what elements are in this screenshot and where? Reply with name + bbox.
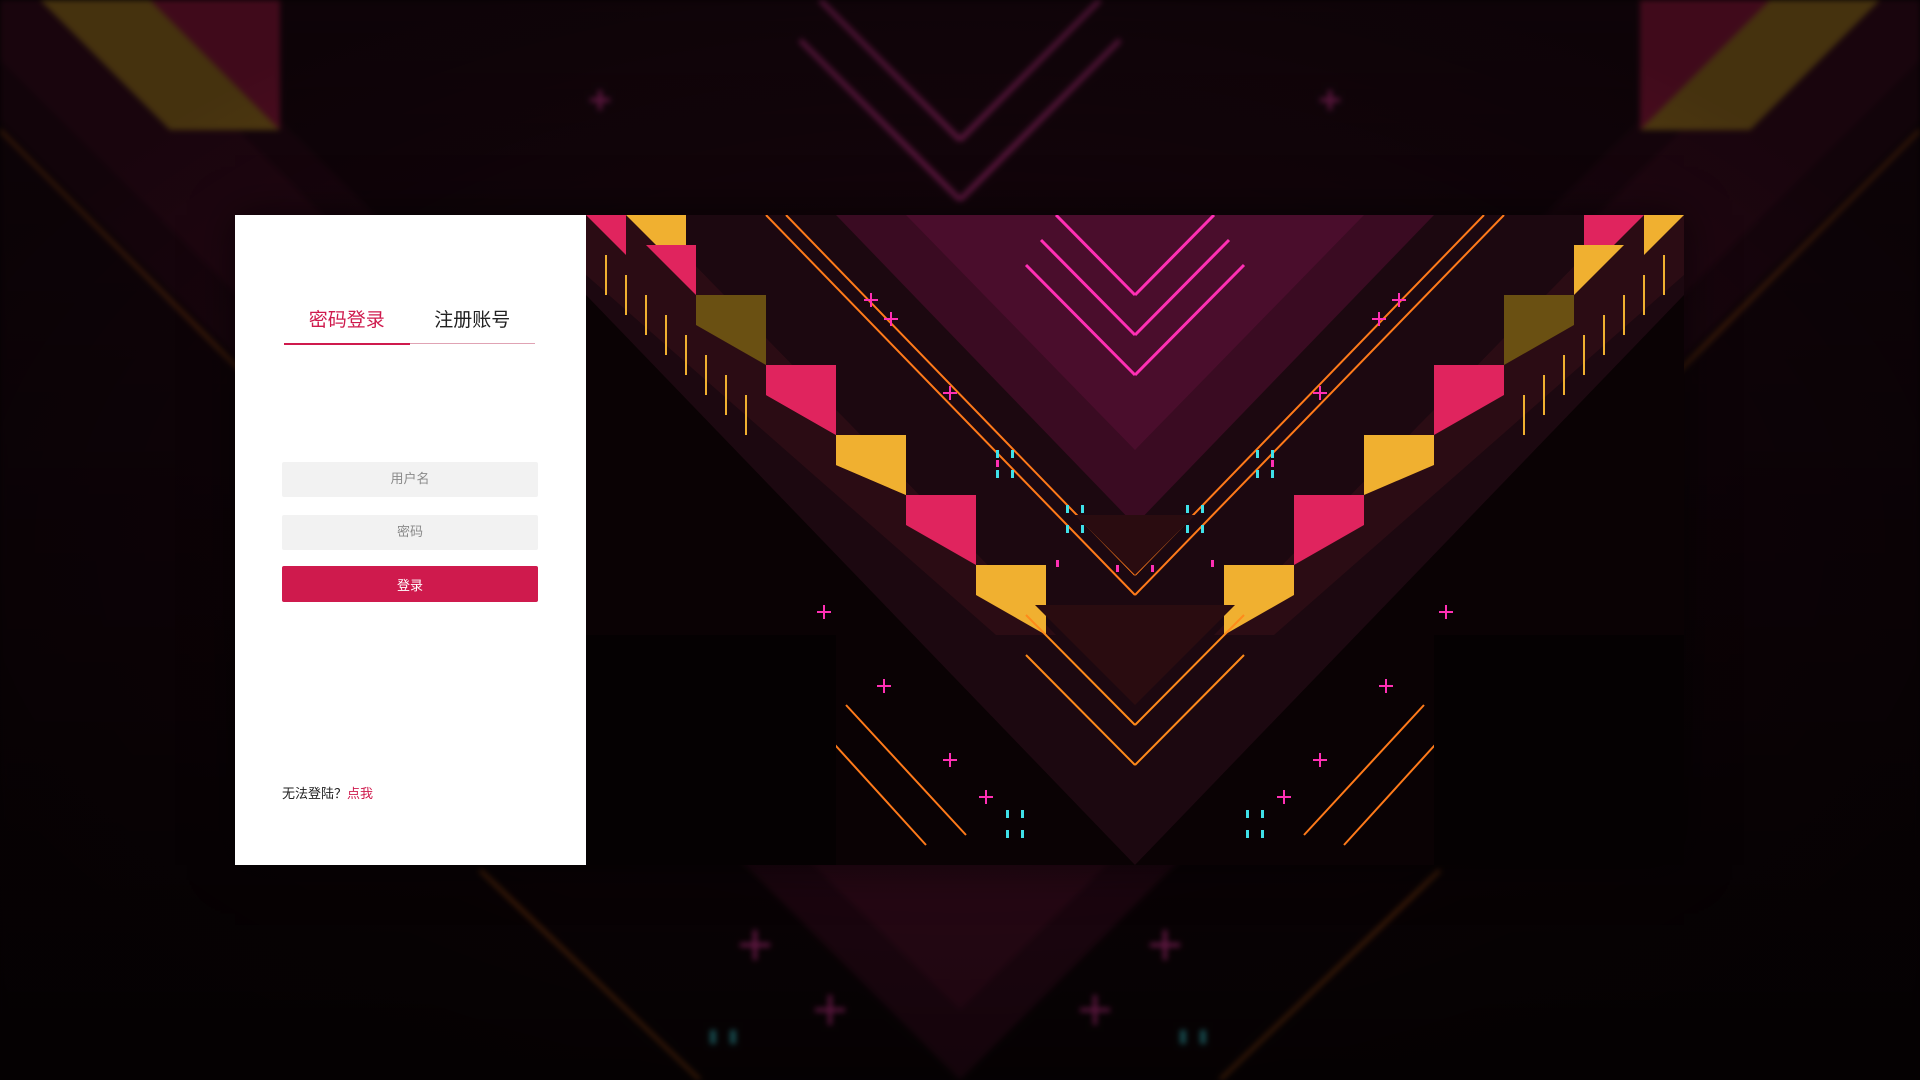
password-input[interactable] (282, 515, 538, 550)
tab-register[interactable]: 注册账号 (410, 305, 536, 343)
login-tabs: 密码登录 注册账号 (284, 305, 536, 345)
login-card: 密码登录 注册账号 登录 无法登陆？点我 (235, 215, 1684, 865)
login-form-panel: 密码登录 注册账号 登录 无法登陆？点我 (235, 215, 586, 865)
art-panel (586, 215, 1684, 865)
neon-chevron-art (586, 215, 1684, 865)
username-input[interactable] (282, 462, 538, 497)
help-text: 无法登陆？ (282, 787, 348, 802)
help-link[interactable]: 点我 (347, 787, 373, 802)
tab-password-login[interactable]: 密码登录 (284, 305, 410, 345)
help-line: 无法登陆？点我 (282, 783, 373, 802)
login-button[interactable]: 登录 (282, 566, 538, 602)
